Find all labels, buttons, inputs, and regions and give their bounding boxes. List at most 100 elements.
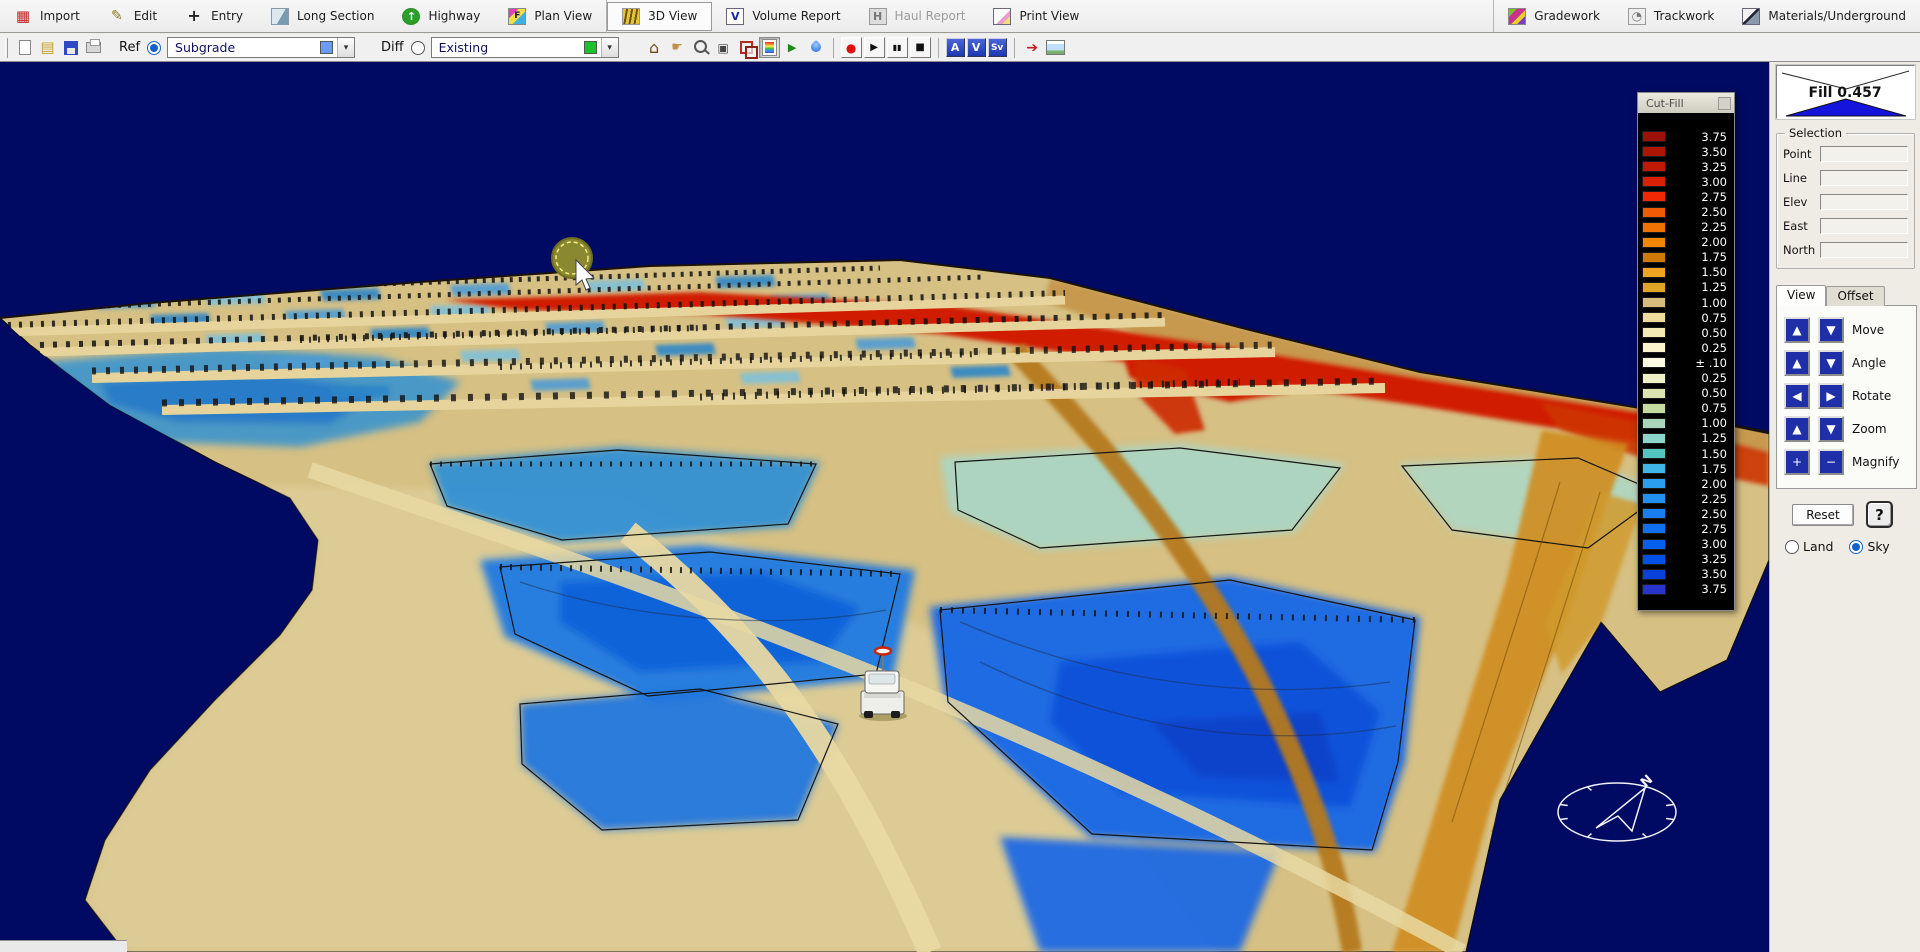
menu-item-long-section[interactable]: Long Section (257, 0, 388, 32)
new-file-button[interactable] (14, 37, 35, 58)
selection-row: North (1783, 242, 1908, 258)
zoom-window-button[interactable] (690, 37, 711, 58)
legend-close-button[interactable] (1718, 97, 1731, 110)
flow-button[interactable]: ▶ (782, 37, 803, 58)
legend-swatch (1642, 237, 1666, 248)
menu-item-plan-view[interactable]: FPlan View (494, 0, 606, 32)
overlap-views-button[interactable] (736, 37, 757, 58)
menu-item-highway[interactable]: ↑Highway (388, 0, 494, 32)
legend-value: 2.50 (1666, 507, 1734, 521)
record-button[interactable]: ● (841, 37, 862, 58)
ref-dropdown-arrow[interactable]: ▾ (337, 38, 354, 57)
play-button[interactable]: ▶ (864, 37, 885, 58)
selection-input-north[interactable] (1820, 242, 1908, 258)
selection-input-line[interactable] (1820, 170, 1908, 186)
toolbar-grip[interactable] (5, 38, 8, 58)
tab-view[interactable]: View (1776, 285, 1826, 306)
menu-item-import[interactable]: ▦Import (0, 0, 94, 32)
menu-item-3d-view[interactable]: 3D View (607, 2, 712, 31)
sky-label: Sky (1867, 539, 1889, 554)
control-row: ▲▼Zoom (1784, 416, 1916, 442)
ref-radio[interactable] (147, 41, 161, 55)
legend-row: 3.50 (1638, 144, 1734, 159)
view-button-group: ⌂☛ ▣ ▶ (643, 37, 827, 58)
ref-surface-value: Subgrade (175, 40, 235, 55)
move-up-button[interactable]: ▲ (1784, 317, 1810, 343)
3d-viewport[interactable]: N (0, 62, 1769, 952)
reset-button[interactable]: Reset (1792, 504, 1854, 526)
legend-value: 1.75 (1666, 462, 1734, 476)
zoom-up-button[interactable]: ▲ (1784, 416, 1810, 442)
menu-item-gradework[interactable]: Gradework (1494, 0, 1614, 32)
legend-value: 3.25 (1666, 160, 1734, 174)
compass-rose: N (1558, 772, 1676, 841)
legend-title-bar[interactable]: Cut-Fill (1638, 93, 1734, 113)
diff-surface-combo[interactable]: Existing ▾ (431, 37, 619, 58)
snapshot-button[interactable] (1045, 37, 1066, 58)
magnify-plus-button[interactable]: + (1784, 449, 1810, 475)
sky-radio[interactable] (1849, 540, 1863, 554)
misc-button-group: ➔ (1021, 37, 1067, 58)
export-button[interactable]: ➔ (1022, 37, 1043, 58)
open-file-button[interactable]: ▤ (37, 37, 58, 58)
menu-item-materials-underground[interactable]: Materials/Underground (1728, 0, 1920, 32)
rotate-right-button[interactable]: ▶ (1818, 383, 1844, 409)
angle-up-button[interactable]: ▲ (1784, 350, 1810, 376)
north-arrow-icon (1596, 788, 1645, 831)
ref-color-swatch (320, 41, 333, 54)
long-section-icon (271, 8, 289, 25)
rotate-left-button[interactable]: ◀ (1784, 383, 1810, 409)
menu-item-edit[interactable]: ✎Edit (94, 0, 171, 32)
pan-button[interactable]: ☛ (667, 37, 688, 58)
legend-swatch (1642, 403, 1666, 414)
menu-item-volume-report[interactable]: VVolume Report (712, 0, 854, 32)
pause-button[interactable]: ▮▮ (887, 37, 908, 58)
tab-offset[interactable]: Offset (1826, 286, 1884, 306)
zoom-down-button[interactable]: ▼ (1818, 416, 1844, 442)
control-label: Rotate (1852, 389, 1891, 403)
exdc-button[interactable]: ▣ (713, 37, 734, 58)
land-radio[interactable] (1785, 540, 1799, 554)
menu-item-label: 3D View (648, 9, 697, 23)
legend-swatch (1642, 569, 1666, 580)
menu-item-haul-report[interactable]: HHaul Report (855, 0, 980, 32)
print-button[interactable] (83, 37, 104, 58)
ref-surface-combo[interactable]: Subgrade ▾ (167, 37, 355, 58)
control-label: Magnify (1852, 455, 1899, 469)
legend-row: 0.50 (1638, 386, 1734, 401)
legend-scale: 3.753.503.253.002.752.502.252.001.751.50… (1638, 113, 1734, 610)
legend-row: 2.00 (1638, 235, 1734, 250)
menu-item-label: Plan View (534, 9, 592, 23)
angle-down-button[interactable]: ▼ (1818, 350, 1844, 376)
move-down-button[interactable]: ▼ (1818, 317, 1844, 343)
water-drop-button[interactable] (805, 37, 826, 58)
sv-mode-button[interactable]: Sv (988, 38, 1007, 57)
legend-row: 1.75 (1638, 461, 1734, 476)
menu-item-print-view[interactable]: Print View (979, 0, 1093, 32)
diff-radio[interactable] (411, 41, 425, 55)
menu-item-trackwork[interactable]: ◔Trackwork (1614, 0, 1728, 32)
help-button[interactable]: ? (1866, 501, 1893, 528)
selection-field-label: Line (1783, 171, 1820, 185)
main-area: N Cut-Fill 3.753.503.253.002.752.502.252… (0, 62, 1920, 952)
zoom-extents-button[interactable]: ⌂ (644, 37, 665, 58)
selection-field-label: East (1783, 219, 1820, 233)
v-mode-button[interactable]: V (967, 38, 986, 57)
magnify-minus-button[interactable]: − (1818, 449, 1844, 475)
save-button[interactable] (60, 37, 81, 58)
menu-item-entry[interactable]: +Entry (171, 0, 257, 32)
stop-button[interactable]: ■ (910, 37, 931, 58)
a-mode-button[interactable]: A (946, 38, 965, 57)
legend-swatch (1642, 252, 1666, 263)
legend-value: 0.50 (1666, 386, 1734, 400)
diff-dropdown-arrow[interactable]: ▾ (601, 38, 618, 57)
materials-underground-icon (1742, 8, 1760, 25)
save-floppy-icon (64, 41, 78, 55)
red-arrow-icon: ➔ (1023, 38, 1042, 57)
selection-input-elev[interactable] (1820, 194, 1908, 210)
main-menu-bar: ▦Import✎Edit+EntryLong Section↑HighwayFP… (0, 0, 1920, 33)
selection-field-label: Point (1783, 147, 1820, 161)
selection-input-east[interactable] (1820, 218, 1908, 234)
selection-input-point[interactable] (1820, 146, 1908, 162)
cutfill-shading-button[interactable] (759, 37, 780, 58)
